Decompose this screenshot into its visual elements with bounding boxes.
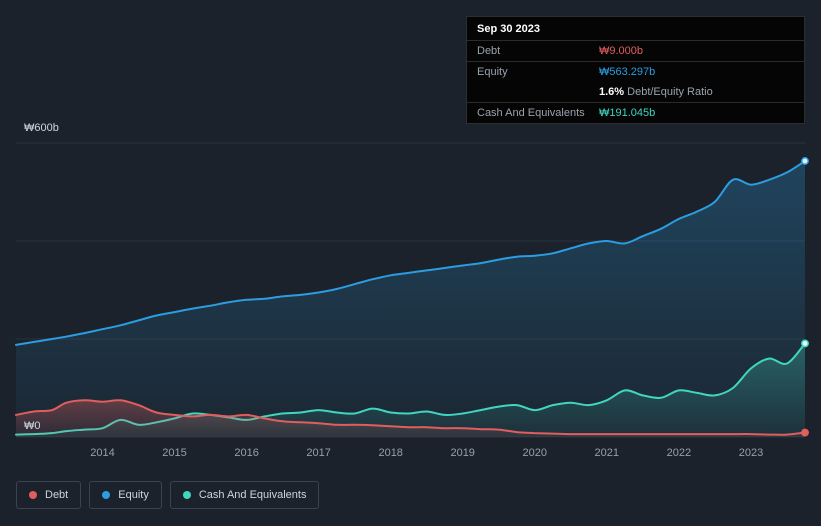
tooltip-date: Sep 30 2023 xyxy=(467,17,804,41)
legend-item-label: Debt xyxy=(45,489,69,501)
legend-item-label: Cash And Equivalents xyxy=(198,489,307,501)
debt-end-dot xyxy=(801,428,809,437)
legend-item-cash[interactable]: Cash And Equivalents xyxy=(169,481,320,509)
tooltip-equity-row: Equity ₩563.297b xyxy=(467,62,804,82)
x-axis-label: 2020 xyxy=(523,447,547,459)
chart-legend: Debt Equity Cash And Equivalents xyxy=(16,481,320,509)
equity-end-dot xyxy=(801,157,809,165)
tooltip-debt-label: Debt xyxy=(477,45,501,57)
tooltip-equity-value: ₩563.297b xyxy=(599,66,656,78)
x-axis-label: 2018 xyxy=(378,447,402,459)
tooltip-equity-label: Equity xyxy=(477,66,508,78)
tooltip-cash-value: ₩191.045b xyxy=(599,107,656,119)
tooltip-debt-value: ₩9.000b xyxy=(599,45,644,57)
x-axis-label: 2019 xyxy=(450,447,474,459)
equity-series-dot xyxy=(102,491,111,499)
chart-tooltip: Sep 30 2023 Debt ₩9.000b Equity ₩563.297… xyxy=(466,16,805,124)
legend-item-debt[interactable]: Debt xyxy=(16,481,82,509)
debt-equity-history-panel: 2014 2015 2016 2017 2018 2019 2020 2021 2022 2023… xyxy=(0,0,821,526)
tooltip-debt-row: Debt ₩9.000b xyxy=(467,41,804,62)
tooltip-ratio-number: 1.6% xyxy=(599,86,625,98)
legend-item-equity[interactable]: Equity xyxy=(89,481,162,509)
debt-series-dot xyxy=(29,491,37,499)
cash-series-dot xyxy=(182,491,191,499)
tooltip-ratio-value: 1.6% Debt/Equity Ratio xyxy=(599,86,713,98)
y-axis-label-zero: ₩0 xyxy=(24,420,41,432)
y-axis-label-top: ₩600b xyxy=(24,122,59,134)
x-axis-label: 2021 xyxy=(595,447,619,459)
cash-and-equivalents-end-dot xyxy=(801,339,809,348)
tooltip-ratio-label: Debt/Equity Ratio xyxy=(627,86,713,98)
x-axis-label: 2014 xyxy=(90,447,114,459)
x-axis-label: 2016 xyxy=(234,447,258,459)
x-axis-label: 2017 xyxy=(306,447,330,459)
x-axis-label: 2022 xyxy=(667,447,691,459)
tooltip-ratio-row: 1.6% Debt/Equity Ratio xyxy=(467,82,804,103)
tooltip-cash-label: Cash And Equivalents xyxy=(477,107,585,119)
x-axis-label: 2015 xyxy=(162,447,186,459)
tooltip-cash-row: Cash And Equivalents ₩191.045b xyxy=(467,103,804,123)
legend-item-label: Equity xyxy=(118,489,149,501)
x-axis-label: 2023 xyxy=(739,447,763,459)
